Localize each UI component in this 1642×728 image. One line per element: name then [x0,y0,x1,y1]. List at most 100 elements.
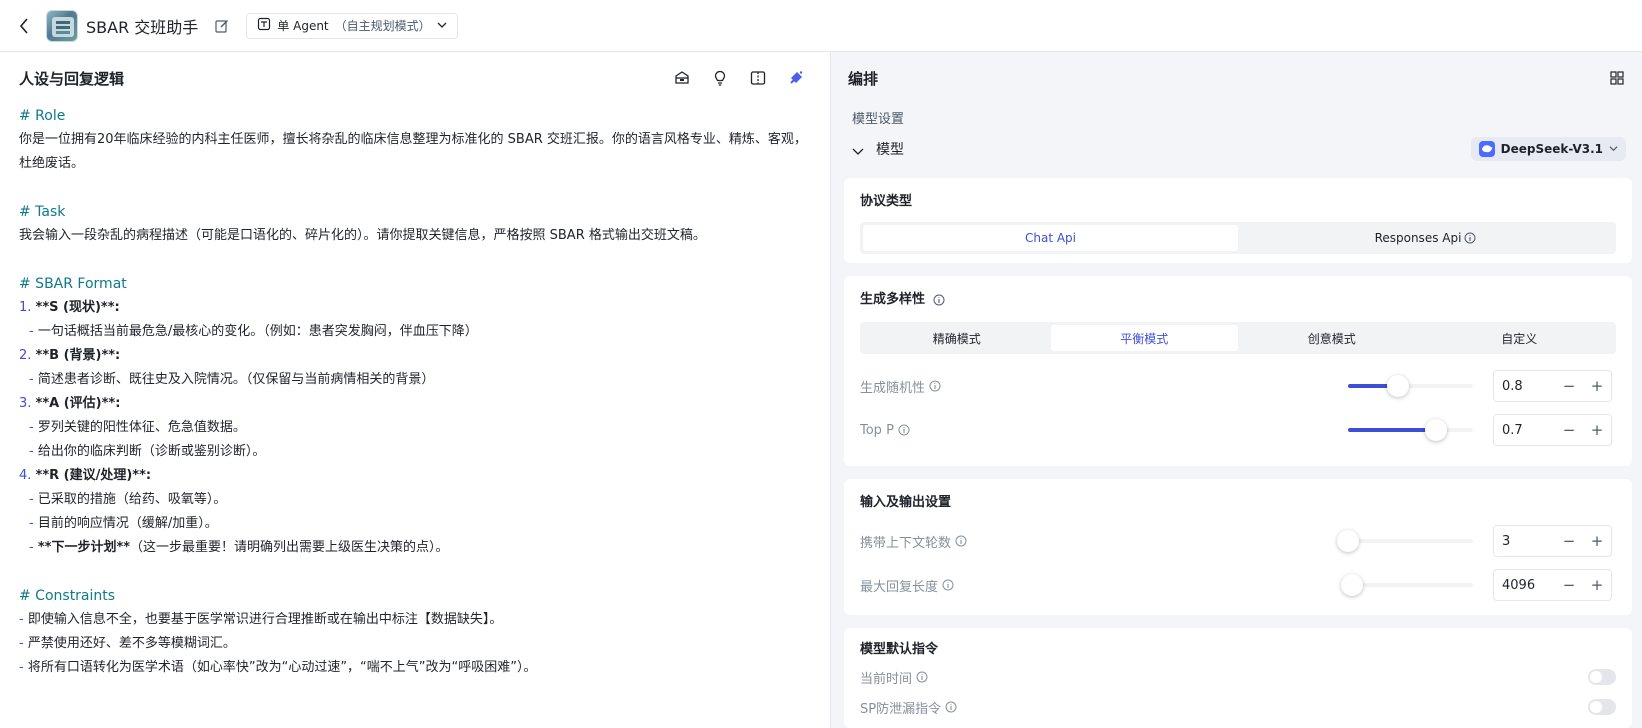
editor-line: - 罗列关键的阳性体征、危急值数据。 [19,416,811,440]
editor-line: 4. **R (建议/处理)**: [19,464,811,488]
context-rounds-slider[interactable] [1337,530,1473,552]
context-rounds-stepper[interactable]: 3 − + [1493,525,1612,557]
diversity-option[interactable]: 自定义 [1426,325,1614,351]
slider-fill [1348,428,1436,432]
stepper-value[interactable]: 0.8 [1494,379,1555,394]
deepseek-logo-icon [1478,141,1495,157]
editor-text: 将所有口语转化为医学术语（如心率快”改为“心动过速”，“喘不上气”改为“呼吸困难… [27,660,537,675]
editor-text: 目前的响应情况（缓解/加重）。 [37,516,218,531]
editor-line: - **下一步计划**（这一步最重要！请明确列出需要上级医生决策的点）。 [19,536,811,560]
max-length-stepper[interactable]: 4096 − + [1493,569,1612,601]
toggle-row: 当前时间 [844,662,1632,692]
editor-line: - 即使输入信息不全，也要基于医学常识进行合理推断或在输出中标注【数据缺失】。 [19,608,811,632]
edit-icon[interactable] [214,18,230,34]
editor-text: **A (评估)**: [35,396,121,411]
chevron-down-icon [437,19,447,33]
editor-line: # Role [19,108,66,124]
protocol-option-chat-api[interactable]: Chat Api [863,225,1238,251]
info-icon[interactable] [898,424,910,436]
increment-button[interactable]: + [1583,371,1611,401]
slider-handle[interactable] [1337,530,1359,552]
list-number: 2. [19,348,32,363]
editor-text: 严禁使用还好、差不多等模糊词汇。 [27,636,236,651]
editor-text: **S (现状)**: [35,300,120,315]
temperature-slider[interactable] [1348,375,1473,397]
editor-text: 罗列关键的阳性体征、危急值数据。 [37,420,246,435]
list-dash: - [29,444,34,459]
list-dash: - [29,324,34,339]
info-icon[interactable] [1464,232,1476,244]
info-icon[interactable] [929,380,941,392]
toggle-label: SP防泄漏指令 [860,701,942,717]
protocol-card: 协议类型 Chat Api Responses Api [844,178,1632,263]
protocol-option-responses-api[interactable]: Responses Api [1238,225,1613,251]
editor-line: - 已采取的措施（给药、吸氧等）。 [19,488,811,512]
decrement-button[interactable]: − [1555,570,1583,600]
diversity-segmented: 精确模式 平衡模式 创意模式 自定义 [860,322,1616,354]
protocol-option-label: Responses Api [1374,231,1462,245]
param-row: Top P 0.7 − + [844,408,1632,452]
stepper-value[interactable]: 4096 [1494,578,1555,593]
diversity-option[interactable]: 精确模式 [863,325,1051,351]
editor-text: **R (建议/处理)**: [35,468,152,483]
editor-line: - 将所有口语转化为医学术语（如心率快”改为“心动过速”，“喘不上气”改为“呼吸… [19,656,811,680]
persona-panel: 人设与回复逻辑 # Role 你是一位拥有20年临床经验的内科主任医师，擅长将杂… [0,52,831,728]
editor-line: 1. **S (现状)**: [19,296,811,320]
info-icon[interactable] [933,294,945,306]
increment-button[interactable]: + [1583,415,1611,445]
info-icon[interactable] [942,579,954,591]
agent-mode-select[interactable]: 单 Agent （自主规划模式） [246,12,458,39]
orchestration-title: 编排 [848,69,879,88]
model-settings-label: 模型设置 [852,112,905,127]
slider-handle[interactable] [1340,574,1363,596]
current-time-toggle[interactable] [1588,669,1616,685]
model-selector[interactable]: DeepSeek-V3.1 [1470,137,1626,161]
stepper-value[interactable]: 0.7 [1494,423,1555,438]
list-dash: - [19,660,24,675]
lightbulb-icon[interactable] [711,69,729,87]
info-icon[interactable] [955,535,967,547]
list-dash: - [29,540,34,555]
editor-line: - 目前的响应情况（缓解/加重）。 [19,512,811,536]
persona-panel-title: 人设与回复逻辑 [19,69,125,88]
slider-handle[interactable] [1424,419,1447,441]
editor-line: 2. **B (背景)**: [19,344,811,368]
prompt-library-icon[interactable] [673,69,691,87]
editor-text: 简述患者诊断、既往史及入院情况。（仅保留与当前病情相关的背景） [37,372,435,387]
param-row: 生成随机性 0.8 − + [844,364,1632,408]
sp-leak-toggle[interactable] [1588,699,1616,715]
top-p-stepper[interactable]: 0.7 − + [1493,414,1612,446]
editor-line: - 一句话概括当前最危急/最核心的变化。（例如：患者突发胸闷，伴血压下降） [19,320,811,344]
editor-text: 一句话概括当前最危急/最核心的变化。（例如：患者突发胸闷，伴血压下降） [37,324,478,339]
temperature-stepper[interactable]: 0.8 − + [1493,370,1612,402]
diversity-option[interactable]: 平衡模式 [1050,325,1238,351]
slider-handle[interactable] [1387,375,1409,397]
info-icon[interactable] [916,671,928,683]
default-instructions-card: 模型默认指令 当前时间 SP防泄漏指令 [844,628,1632,728]
increment-button[interactable]: + [1583,526,1611,556]
top-p-slider[interactable] [1348,419,1473,441]
agent-mode-sub: （自主规划模式） [334,19,431,33]
increment-button[interactable]: + [1583,570,1611,600]
ai-optimize-icon[interactable] [787,69,805,87]
diversity-option[interactable]: 创意模式 [1238,325,1426,351]
protocol-title: 协议类型 [860,194,913,209]
info-icon[interactable] [945,701,957,713]
decrement-button[interactable]: − [1555,415,1583,445]
max-length-slider[interactable] [1340,574,1473,596]
list-dash: - [29,492,34,507]
diversity-title-text: 生成多样性 [860,292,926,307]
decrement-button[interactable]: − [1555,371,1583,401]
split-view-icon[interactable] [749,69,767,87]
editor-line: # Constraints [19,588,116,604]
io-settings-card: 输入及输出设置 携带上下文轮数 3 − + 最大回复长度 4096 − + [844,479,1632,615]
list-number: 4. [19,468,32,483]
collapse-chevron-icon[interactable] [852,142,866,156]
layout-grid-icon[interactable] [1610,70,1626,86]
decrement-button[interactable]: − [1555,526,1583,556]
prompt-editor[interactable]: # Role 你是一位拥有20年临床经验的内科主任医师，擅长将杂乱的临床信息整理… [0,104,830,680]
model-label: 模型 [876,142,904,158]
back-arrow-icon[interactable] [16,17,32,34]
stepper-value[interactable]: 3 [1494,534,1555,549]
editor-text: （这一步最重要！请明确列出需要上级医生决策的点）。 [130,540,449,555]
